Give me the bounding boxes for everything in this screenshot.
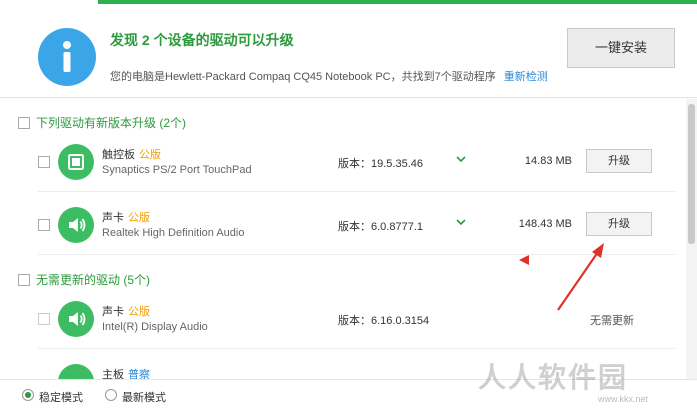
driver-version: 版本：6.16.0.3154 xyxy=(338,315,430,327)
section-upgradable-label: 下列驱动有新版本升级 (2个) xyxy=(36,116,187,130)
driver-model: Intel(R) Display Audio xyxy=(102,321,208,333)
driver-size: 148.43 MB xyxy=(518,218,572,230)
section-uptodate: 无需更新的驱动 (5个) xyxy=(18,271,150,288)
speaker-icon xyxy=(58,301,94,337)
device-summary: 您的电脑是Hewlett-Packard Compaq CQ45 Noteboo… xyxy=(110,68,548,84)
driver-tag: 公版 xyxy=(128,212,150,224)
section-upgradable: 下列驱动有新版本升级 (2个) xyxy=(18,114,186,131)
driver-list: 下列驱动有新版本升级 (2个) 触控板 公版 Synaptics PS/2 Por… xyxy=(0,99,686,379)
scrollbar-thumb[interactable] xyxy=(688,104,695,244)
driver-row-touchpad: 触控板 公版 Synaptics PS/2 Port TouchPad 版本：19… xyxy=(30,132,675,192)
driver-name: 声卡 公版 xyxy=(102,306,150,318)
driver-name: 声卡 公版 xyxy=(102,212,150,224)
select-all-uptodate-checkbox[interactable] xyxy=(18,273,30,286)
driver-row-audio-realtek: 声卡 公版 Realtek High Definition Audio 版本：6.… xyxy=(30,195,675,255)
touchpad-icon xyxy=(58,144,94,180)
stable-mode-radio[interactable] xyxy=(22,389,34,401)
row-divider xyxy=(38,348,675,349)
latest-mode-radio[interactable] xyxy=(105,389,117,401)
upgrade-button[interactable]: 升级 xyxy=(586,212,652,236)
driver-model: Realtek High Definition Audio xyxy=(102,227,245,239)
driver-model: Synaptics PS/2 Port TouchPad xyxy=(102,164,252,176)
motherboard-icon xyxy=(58,364,94,379)
driver-version: 版本：19.5.35.46 xyxy=(338,158,423,170)
driver-checkbox[interactable] xyxy=(38,156,50,168)
device-summary-text: 您的电脑是Hewlett-Packard Compaq CQ45 Noteboo… xyxy=(110,71,496,83)
driver-row-audio-intel: 声卡 公版 Intel(R) Display Audio 版本：6.16.0.31… xyxy=(30,289,675,349)
page-title: 发现 2 个设备的驱动可以升级 xyxy=(110,32,294,48)
driver-tag: 普察 xyxy=(128,369,150,379)
driver-checkbox[interactable] xyxy=(38,219,50,231)
upgrade-button[interactable]: 升级 xyxy=(586,149,652,173)
rescan-link[interactable]: 重新检测 xyxy=(504,71,548,83)
one-click-install-button[interactable]: 一键安装 xyxy=(567,28,675,68)
stable-mode-label: 稳定模式 xyxy=(39,392,83,404)
chevron-down-icon[interactable] xyxy=(454,215,468,229)
chevron-down-icon[interactable] xyxy=(454,152,468,166)
driver-checkbox[interactable] xyxy=(38,313,50,325)
speaker-icon xyxy=(58,207,94,243)
row-divider xyxy=(38,191,675,192)
info-icon xyxy=(38,28,96,86)
driver-version: 版本：6.0.8777.1 xyxy=(338,221,423,233)
watermark-text: 人人软件园 xyxy=(478,362,629,393)
latest-mode-label: 最新模式 xyxy=(122,392,166,404)
driver-size: 14.83 MB xyxy=(524,155,572,167)
no-update-status: 无需更新 xyxy=(590,315,634,327)
section-uptodate-label: 无需更新的驱动 (5个) xyxy=(36,273,151,287)
watermark-url: www.kkx.net xyxy=(598,394,649,404)
driver-tag: 公版 xyxy=(139,149,161,161)
driver-name: 主板 普察 xyxy=(102,369,150,379)
driver-name: 触控板 公版 xyxy=(102,149,161,161)
driver-tag: 公版 xyxy=(128,306,150,318)
header: 发现 2 个设备的驱动可以升级 您的电脑是Hewlett-Packard Com… xyxy=(0,4,697,98)
row-divider xyxy=(38,254,675,255)
select-all-upgradable-checkbox[interactable] xyxy=(18,116,30,129)
